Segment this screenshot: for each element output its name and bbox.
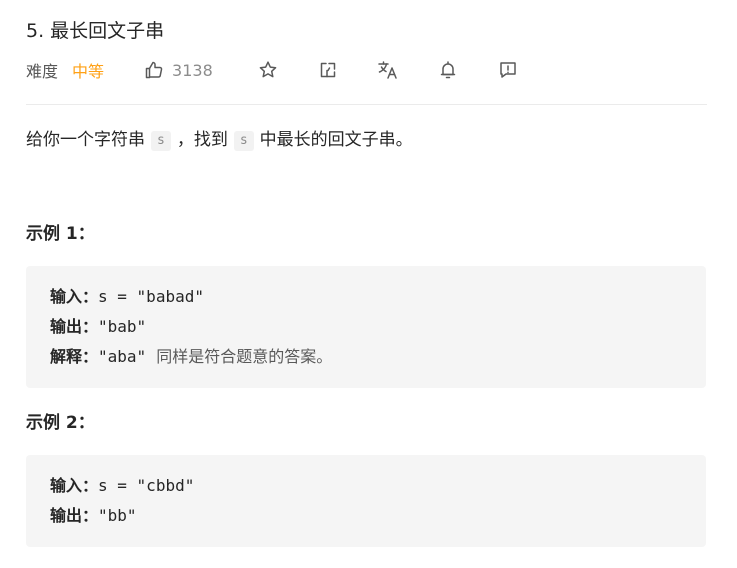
example-2-output: 输出："bb": [50, 501, 706, 531]
example-1-output: 输出："bab": [50, 312, 706, 342]
problem-meta-row: 难度 中等 3138: [26, 56, 213, 84]
input-value: s = "babad": [98, 287, 204, 306]
share-button[interactable]: [316, 58, 340, 82]
problem-page: 5. 最长回文子串 难度 中等 3138 给你一个字符串 s ，找到 s 中最长…: [0, 0, 737, 568]
problem-description: 给你一个字符串 s ，找到 s 中最长的回文子串。: [26, 126, 413, 154]
bell-icon: [438, 60, 458, 80]
inline-code-s: s: [151, 131, 171, 151]
description-text-1: 给你一个字符串: [26, 130, 145, 150]
feedback-icon: [498, 60, 518, 80]
problem-title: 5. 最长回文子串: [26, 20, 165, 42]
translate-icon: [377, 60, 399, 80]
example-1-title: 示例 1：: [26, 224, 95, 244]
input-value: s = "cbbd": [98, 476, 195, 495]
example-2-input: 输入：s = "cbbd": [50, 471, 706, 501]
star-icon: [258, 60, 278, 80]
explanation-label: 解释：: [50, 347, 99, 366]
example-1-input: 输入：s = "babad": [50, 282, 706, 312]
example-1-box: 输入：s = "babad" 输出："bab" 解释："aba" 同样是符合题意的…: [26, 266, 706, 388]
output-label: 输出：: [50, 317, 99, 336]
example-2-box: 输入：s = "cbbd" 输出："bb": [26, 455, 706, 547]
thumbs-up-icon: [144, 60, 164, 80]
example-1-explanation: 解释："aba" 同样是符合题意的答案。: [50, 342, 706, 372]
description-text-3: 中最长的回文子串。: [259, 130, 413, 150]
output-label: 输出：: [50, 506, 99, 525]
header-divider: [26, 104, 707, 105]
output-value: "bb": [98, 506, 137, 525]
example-2-title: 示例 2：: [26, 413, 95, 433]
share-icon: [318, 60, 338, 80]
translate-button[interactable]: [376, 58, 400, 82]
feedback-button[interactable]: [496, 58, 520, 82]
favorite-button[interactable]: [256, 58, 280, 82]
output-value: "bab": [98, 317, 147, 336]
difficulty-label: 难度: [26, 62, 59, 81]
input-label: 输入：: [50, 287, 99, 306]
inline-code-s: s: [233, 131, 254, 151]
explanation-value: "aba": [98, 347, 147, 366]
difficulty-value: 中等: [72, 62, 105, 81]
explanation-note: 同样是符合题意的答案。: [156, 347, 333, 366]
notify-button[interactable]: [436, 58, 460, 82]
description-text-2: ，找到: [176, 130, 228, 150]
like-button[interactable]: 3138: [144, 60, 213, 80]
input-label: 输入：: [50, 476, 99, 495]
like-count: 3138: [172, 60, 213, 80]
